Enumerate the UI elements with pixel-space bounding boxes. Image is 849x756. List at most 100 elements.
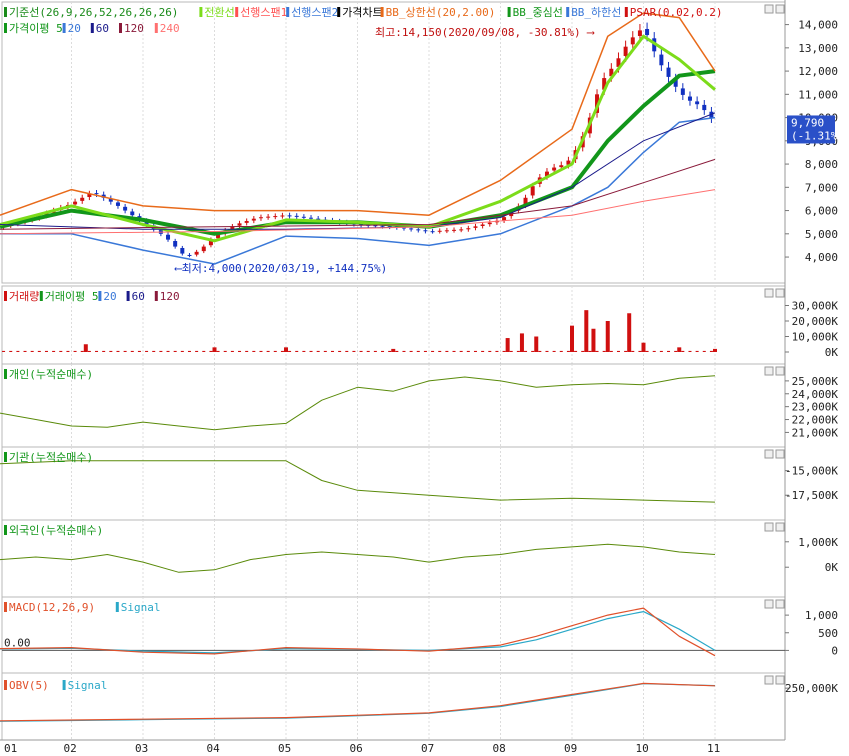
panel-close-button[interactable]: [775, 4, 785, 14]
panel-close-button[interactable]: [775, 366, 785, 376]
volume-bar-small: [638, 350, 642, 352]
volume-bar: [519, 333, 524, 352]
x-tick-label: 06: [350, 742, 363, 755]
price-candle: [251, 218, 256, 221]
panel-close-button[interactable]: [775, 599, 785, 609]
panel-close-button[interactable]: [775, 522, 785, 532]
volume-bar-small: [552, 350, 556, 352]
volume-bar-small: [631, 350, 635, 352]
volume-bar-small: [481, 350, 485, 352]
price-candle: [194, 251, 199, 255]
price-candle: [266, 216, 271, 218]
x-tick-label: 01: [4, 742, 17, 755]
volume-bar: [584, 310, 589, 352]
macd-line: [0, 607, 716, 657]
volume-bar-small: [209, 350, 213, 352]
volume-bar-small: [288, 350, 292, 352]
panel-frame: [1, 446, 786, 521]
y-tick-label: 6,000: [805, 205, 838, 218]
price-candle: [480, 224, 485, 226]
price-candle: [409, 228, 414, 230]
volume-bar-small: [509, 350, 513, 352]
macd-legend-swatch: [4, 602, 7, 612]
volume-bar-small: [145, 350, 149, 352]
panel-minimize-button[interactable]: [764, 675, 774, 685]
volume-bar-small: [280, 350, 284, 352]
price-candle: [430, 231, 435, 233]
volume-bar-small: [431, 350, 435, 352]
price-candle: [423, 230, 428, 232]
panel-minimize-button[interactable]: [764, 288, 774, 298]
volume-bar: [505, 338, 510, 352]
price-candle: [301, 216, 306, 218]
price-legend-label: BB_하한선: [571, 5, 621, 19]
price-legend-swatch: [380, 7, 384, 17]
volume-bar-small: [595, 350, 599, 352]
volume-bar-small: [495, 350, 499, 352]
price-legend-ma-swatch: [90, 23, 94, 33]
price-candle: [309, 217, 314, 219]
volume-bar-small: [674, 350, 678, 352]
volume-bar-small: [616, 350, 620, 352]
price-candle: [166, 234, 171, 240]
x-tick-label: 02: [64, 742, 77, 755]
volume-bar-small: [473, 350, 477, 352]
price-candle: [444, 230, 449, 232]
x-tick-label: 05: [278, 742, 291, 755]
panel-close-button[interactable]: [775, 675, 785, 685]
volume-bar-small: [702, 350, 706, 352]
volume-bar: [570, 325, 574, 352]
macd-zero-label: 0.00: [4, 636, 31, 649]
volume-bar-small: [588, 350, 592, 352]
volume-bar-small: [52, 350, 56, 352]
y-tick-label: 30,000K: [792, 300, 839, 313]
volume-bar-small: [488, 350, 492, 352]
volume-bar-small: [73, 350, 77, 352]
volume-bar-small: [409, 350, 413, 352]
panel-minimize-button[interactable]: [764, 4, 774, 14]
volume-bar-small: [681, 350, 685, 352]
price-candle: [280, 215, 285, 217]
volume-legend-swatch: [39, 291, 43, 301]
panel-frame: [1, 672, 786, 741]
volume-bar-small: [152, 350, 156, 352]
volume-bar-small: [388, 350, 392, 352]
panel-close-button[interactable]: [775, 288, 785, 298]
price-candle: [180, 247, 185, 254]
volume-bar-small: [366, 350, 370, 352]
volume-bar-small: [259, 350, 263, 352]
volume-bar-small: [602, 350, 606, 352]
volume-bar-small: [609, 350, 613, 352]
volume-bar-small: [116, 350, 120, 352]
y-tick-label: 0K: [825, 346, 839, 359]
x-tick-label: 09: [564, 742, 577, 755]
panel-close-button[interactable]: [775, 449, 785, 459]
panel-minimize-button[interactable]: [764, 366, 774, 376]
y-tick-label: 4,000: [805, 251, 838, 264]
price-candle: [187, 254, 192, 256]
volume-bar-small: [295, 350, 299, 352]
price-candle: [258, 217, 263, 219]
price-legend-swatch: [286, 7, 290, 17]
volume-bar: [605, 321, 610, 352]
price-candle: [380, 225, 385, 227]
y-tick-label: 24,000K: [792, 388, 839, 401]
volume-legend-label: 거래량: [9, 290, 39, 303]
y-tick-label: 0: [831, 644, 838, 657]
x-tick-label: 08: [493, 742, 506, 755]
volume-bar-small: [202, 350, 206, 352]
volume-bar-small: [381, 350, 385, 352]
panel-minimize-button[interactable]: [764, 522, 774, 532]
volume-bar-small: [9, 350, 13, 352]
volume-bar-small: [373, 350, 377, 352]
panel-minimize-button[interactable]: [764, 599, 774, 609]
price-candle: [115, 202, 120, 206]
price-candle: [559, 165, 564, 168]
macd-legend-label: MACD(12,26,9): [9, 601, 95, 614]
panel-frame: [1, 519, 786, 598]
price-legend-ma-label: 가격이평 5: [9, 22, 63, 35]
volume-bar-small: [323, 350, 327, 352]
price-candle: [244, 221, 249, 223]
price-legend-ma-label: 240: [160, 22, 180, 35]
panel-minimize-button[interactable]: [764, 449, 774, 459]
